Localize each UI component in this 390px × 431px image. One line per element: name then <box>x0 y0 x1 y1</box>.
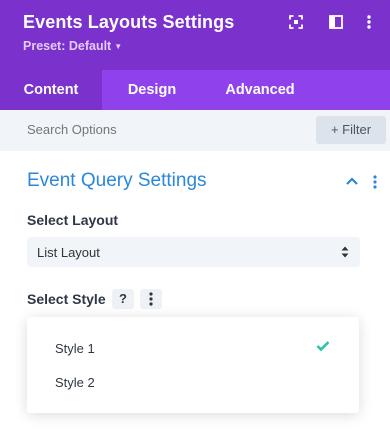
modal-header: Events Layouts Settings Preset: Default ▼ <box>0 0 390 70</box>
section-more-icon[interactable] <box>372 175 378 189</box>
caret-down-icon: ▼ <box>114 42 123 51</box>
modal-title: Events Layouts Settings <box>23 12 235 32</box>
layout-select-value: List Layout <box>37 245 100 260</box>
more-icon <box>149 292 153 306</box>
more-icon[interactable] <box>363 15 375 29</box>
tab-advanced[interactable]: Advanced <box>202 70 318 110</box>
preset-label: Preset: Default <box>23 39 112 53</box>
style-option-2[interactable]: Style 2 <box>55 375 95 390</box>
style-label: Select Style <box>27 291 106 307</box>
search-input[interactable] <box>27 122 227 137</box>
help-button[interactable]: ? <box>112 289 134 309</box>
chevron-up-icon[interactable] <box>345 175 359 187</box>
filter-button[interactable]: + Filter <box>316 116 386 144</box>
section-title[interactable]: Event Query Settings <box>27 170 207 192</box>
style-more-button[interactable] <box>140 289 162 309</box>
layout-select[interactable]: List Layout <box>27 237 360 267</box>
select-arrows-icon <box>341 246 349 258</box>
style-dropdown: Style 1 Style 2 <box>27 317 359 413</box>
preset-selector[interactable]: Preset: Default ▼ <box>23 39 122 53</box>
sidebar-layout-icon[interactable] <box>329 15 343 29</box>
tab-bar: Content Design Advanced <box>0 70 390 110</box>
check-icon <box>316 341 330 352</box>
tab-content[interactable]: Content <box>0 70 102 110</box>
style-option-1[interactable]: Style 1 <box>55 341 95 356</box>
layout-label: Select Layout <box>27 212 119 228</box>
focus-icon[interactable] <box>289 15 303 29</box>
tab-design[interactable]: Design <box>102 70 202 110</box>
